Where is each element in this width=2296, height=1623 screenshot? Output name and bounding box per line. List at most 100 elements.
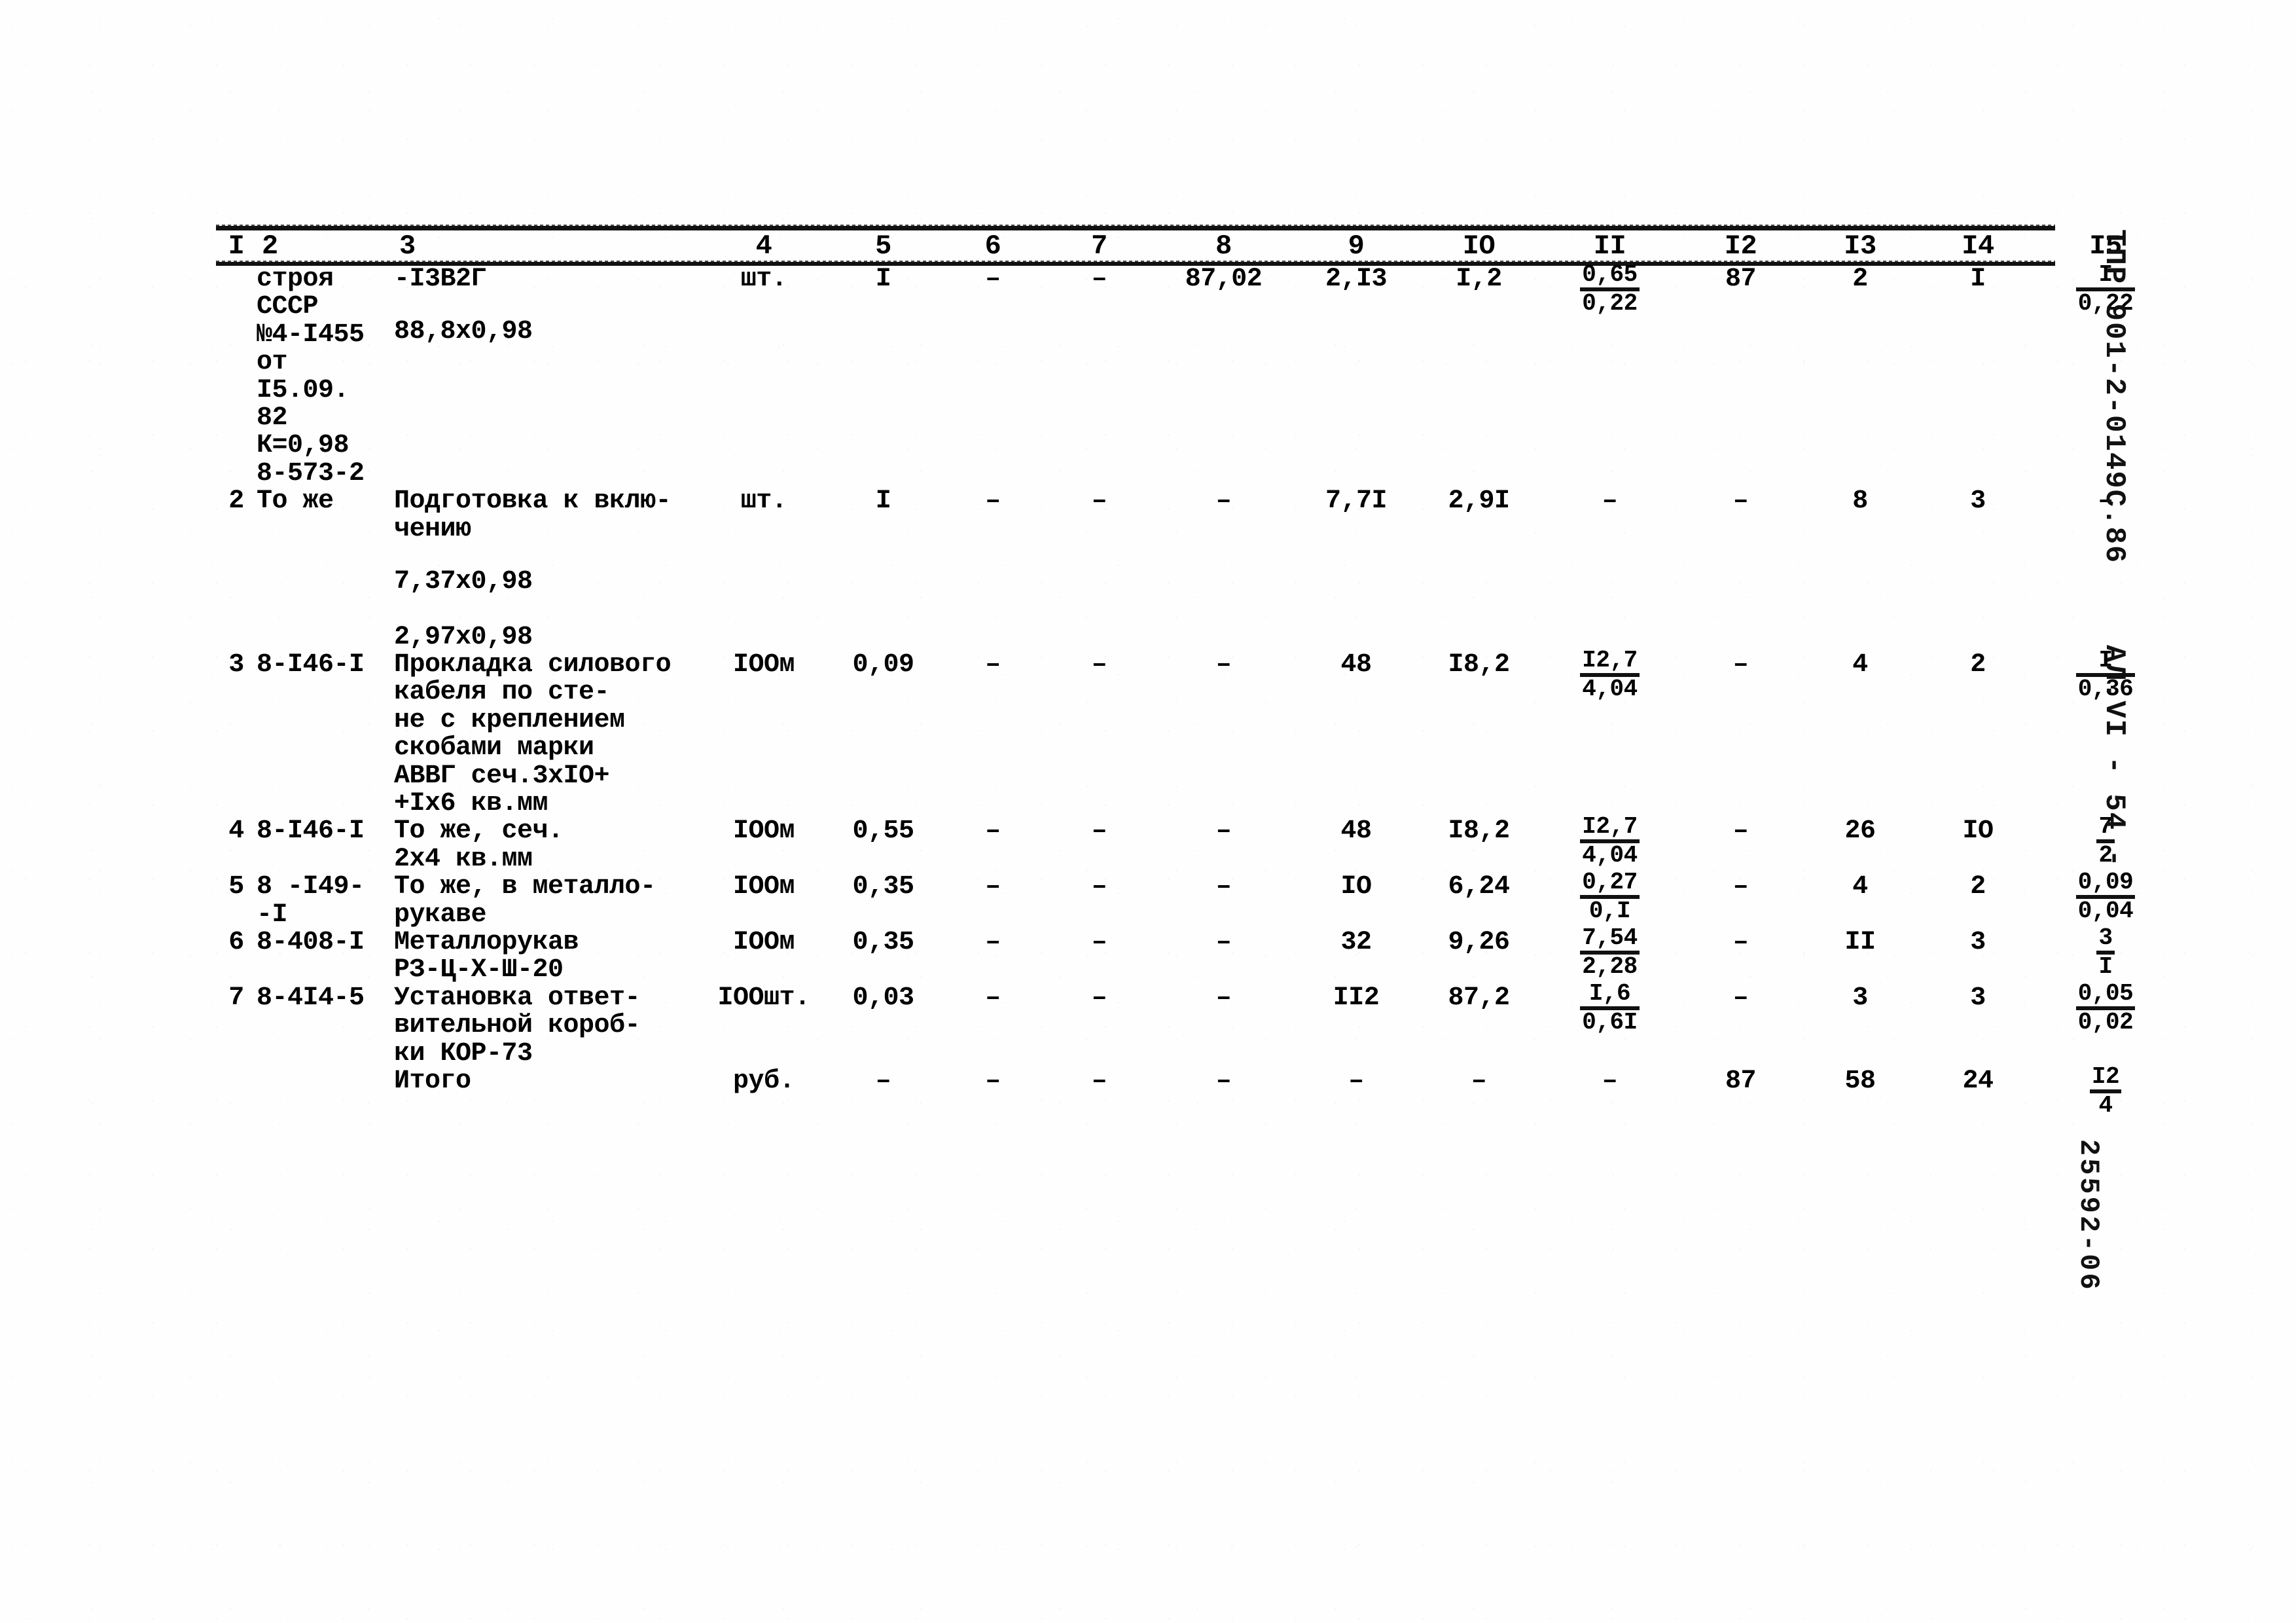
row-value-col-7: – (1091, 264, 1107, 294)
row-name: -I3В2Г 88,8х0,98 (394, 265, 702, 488)
row-name-main: Итого (394, 1066, 471, 1096)
fraction-value: I2 4 (2089, 1065, 2122, 1118)
colnum-8: 8 (1215, 230, 1232, 262)
fraction-value: 0,09 0,04 (2075, 871, 2136, 923)
row-value-col-12: – (1732, 927, 1749, 957)
row-number: 4 (228, 816, 244, 847)
row-value-col-13: 4 (1852, 872, 1868, 902)
row-unit: IOOм (732, 816, 795, 847)
row-value-col-12: – (1732, 650, 1749, 680)
scanned-page: I 2 3 4 5 6 7 8 9 IO II I2 I3 I4 I5 стро… (0, 0, 2296, 1623)
row-value-col-7: – (1091, 983, 1107, 1013)
colnum-5: 5 (875, 230, 891, 262)
row-value-col-9: IO (1340, 872, 1372, 902)
row-value-col-8: – (1215, 816, 1232, 847)
row-name-main: То же, сеч. 2х4 кв.мм (394, 816, 564, 874)
row-value-col-14: 24 (1962, 1066, 1994, 1096)
row-value-col-15: 0,09 0,04 (2037, 871, 2174, 929)
row-number: 3 (228, 650, 244, 680)
row-value-col-6: – (985, 486, 1001, 517)
row-name: Подготовка к вклю- чению 7,37х0,98 2,97х0… (394, 486, 702, 652)
row-code: 8-I46-I (257, 650, 365, 680)
row-name: Итого (394, 1066, 702, 1120)
row-value-col-7: – (1091, 650, 1107, 680)
row-value-col-13: 4 (1852, 650, 1868, 680)
row-code: 8 -I49- -I (257, 872, 365, 930)
row-value-col-10: 9,26 (1448, 927, 1510, 957)
row-value-col-11: I2,7 4,04 (1539, 815, 1680, 873)
row-value-col-6: – (985, 650, 1001, 680)
table-header-rule (216, 261, 2055, 266)
colnum-3: 3 (399, 230, 416, 262)
row-value-col-10: I,2 (1456, 264, 1502, 294)
row-value-col-11: – (1602, 1066, 1618, 1096)
row-value-col-9: 32 (1340, 927, 1372, 957)
row-name: Прокладка силового кабеля по сте- не с к… (394, 651, 702, 818)
fraction-value: I2,7 4,04 (1580, 815, 1640, 867)
row-name-main: Прокладка силового кабеля по сте- не с к… (394, 650, 672, 819)
colnum-9: 9 (1348, 230, 1365, 262)
row-value-col-14: 3 (1970, 486, 1986, 517)
table-row: строя СССР №4-I455 от I5.09. 82 К=0,98 8… (216, 263, 2174, 488)
row-unit: IOOм (732, 650, 795, 680)
colnum-13: I3 (1844, 230, 1876, 262)
row-unit: IOOм (732, 872, 795, 902)
row-code: 8-4I4-5 (257, 983, 365, 1013)
row-value-col-10: 6,24 (1448, 872, 1510, 902)
row-code: То же (257, 486, 334, 517)
row-value-col-8: – (1215, 872, 1232, 902)
table-grid: I 2 3 4 5 6 7 8 9 IO II I2 I3 I4 I5 (216, 230, 2174, 262)
row-value-col-11: – (1602, 486, 1618, 517)
row-name-main: Подготовка к вклю- чению (394, 486, 672, 544)
row-number: 6 (228, 927, 244, 957)
fraction-value: 0,27 0,I (1580, 871, 1640, 923)
row-value-col-10: 87,2 (1448, 983, 1510, 1013)
row-name-extra: 7,37х0,98 2,97х0,98 (394, 566, 533, 652)
row-value-col-14: 3 (1970, 983, 1986, 1013)
row-name: Металлорукав РЗ-Ц-Х-Ш-20 (394, 927, 702, 985)
resource-table: I 2 3 4 5 6 7 8 9 IO II I2 I3 I4 I5 стро… (216, 225, 2136, 1120)
row-value-col-11: 0,27 0,I (1539, 871, 1680, 929)
row-value-col-13: 26 (1844, 816, 1876, 847)
table-row: 3 8-I46-I Прокладка силового кабеля по сте… (216, 649, 2174, 818)
row-value-col-14: 3 (1970, 927, 1986, 957)
colnum-12: I2 (1724, 230, 1757, 262)
row-number: 2 (228, 486, 244, 517)
fraction-value: 3I (2096, 926, 2115, 979)
row-number (216, 1068, 257, 1120)
row-value-col-10: I8,2 (1448, 650, 1510, 680)
row-value-col-9: 2,I3 (1325, 264, 1388, 294)
row-quantity: I (875, 264, 891, 294)
row-value-col-6: – (985, 927, 1001, 957)
row-value-col-12: – (1732, 983, 1749, 1013)
row-code: 8-408-I (257, 927, 365, 957)
row-name: То же, сеч. 2х4 кв.мм (394, 818, 702, 873)
table-row: 6 8-408-I Металлорукав РЗ-Ц-Х-Ш-20 IOOм 0,35… (216, 926, 2174, 985)
colnum-10: IO (1462, 230, 1496, 262)
row-value-col-7: – (1091, 816, 1107, 847)
table-row: 7 8-4I4-5 Установка ответ- вительной короб… (216, 981, 2174, 1068)
row-value-col-6: – (985, 983, 1001, 1013)
colnum-4: 4 (755, 230, 772, 262)
row-name-main: Установка ответ- вительной короб- ки КОР… (394, 983, 641, 1068)
row-value-col-10: – (1471, 1066, 1487, 1096)
row-value-col-15: 0,05 0,02 (2037, 981, 2174, 1068)
row-name-main: Металлорукав РЗ-Ц-Х-Ш-20 (394, 927, 579, 985)
row-code (257, 1068, 394, 1120)
row-value-col-15: I2 4 (2037, 1065, 2174, 1120)
row-value-col-11: I2,7 4,04 (1539, 649, 1680, 818)
colnum-14: I4 (1962, 230, 1994, 262)
row-value-col-13: II (1844, 927, 1876, 957)
fraction-value: I,6 0,6I (1580, 981, 1640, 1034)
table-body-grid: строя СССР №4-I455 от I5.09. 82 К=0,98 8… (216, 263, 2174, 1120)
row-value-col-8: 87,02 (1185, 264, 1263, 294)
row-name-extra: 88,8х0,98 (394, 317, 533, 347)
colnum-11: II (1593, 230, 1626, 262)
row-name: Установка ответ- вительной короб- ки КОР… (394, 983, 702, 1068)
table-row: 5 8 -I49- -I То же, в металло- рукаве IOOм 0… (216, 871, 2174, 930)
row-value-col-14: IO (1962, 816, 1994, 847)
row-value-col-7: – (1091, 927, 1107, 957)
row-value-col-10: I8,2 (1448, 816, 1510, 847)
row-value-col-12: – (1732, 872, 1749, 902)
row-unit: IOOм (732, 927, 795, 957)
